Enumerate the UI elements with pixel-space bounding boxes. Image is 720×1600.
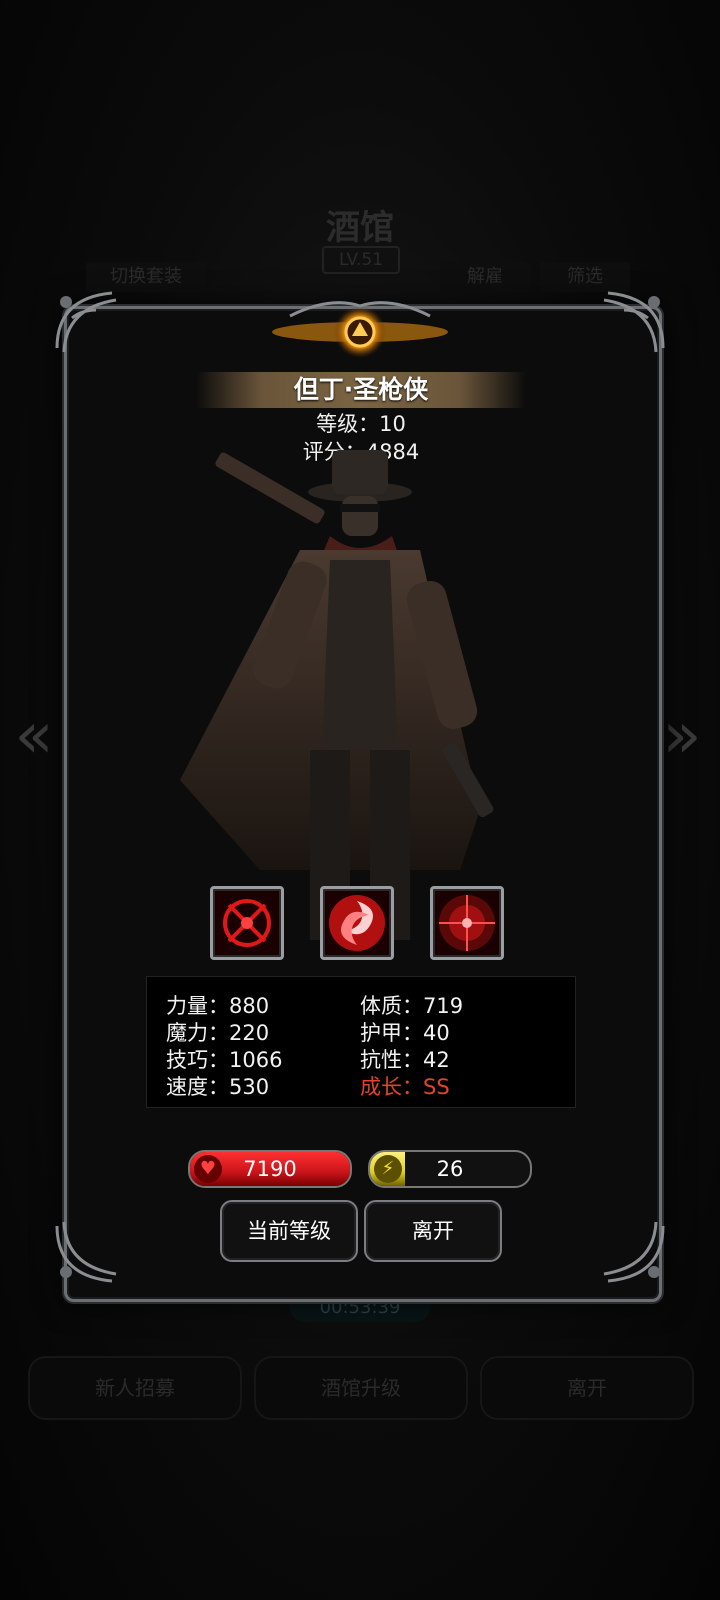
stat-strength: 力量：880 — [166, 994, 270, 1018]
gunslinger-portrait — [180, 450, 494, 940]
current-level-button[interactable]: 当前等级 — [220, 1200, 358, 1262]
stat-resistance: 抗性：42 — [360, 1048, 450, 1072]
hero-level: 等级：10 — [316, 412, 406, 436]
stat-speed: 速度：530 — [166, 1075, 270, 1099]
stat-constitution: 体质：719 — [360, 994, 464, 1018]
ornate-corner-icon — [603, 291, 665, 353]
health-bar: ♥ 7190 — [188, 1150, 352, 1188]
energy-bar: ⚡ 26 — [368, 1150, 532, 1188]
health-value: 7190 — [243, 1157, 297, 1181]
ornate-corner-icon — [603, 1221, 665, 1283]
crosshair-skill-icon[interactable] — [210, 886, 284, 960]
stat-armor: 护甲：40 — [360, 1021, 450, 1045]
tavern-title: 酒馆 — [326, 208, 394, 248]
ornate-corner-icon — [55, 1221, 117, 1283]
dismiss-chip: 解雇 — [440, 262, 530, 292]
golden-sun-emblem-icon — [272, 301, 448, 358]
target-skill-icon[interactable] — [430, 886, 504, 960]
stat-growth: 成长：SS — [360, 1075, 450, 1099]
upgrade-tavern-button: 酒馆升级 — [254, 1356, 468, 1420]
red-swirl-skill-icon[interactable] — [320, 886, 394, 960]
recruit-button: 新人招募 — [28, 1356, 242, 1420]
previous-hero-arrow-icon[interactable]: « — [10, 700, 58, 772]
bg-leave-button: 离开 — [480, 1356, 694, 1420]
tavern-level: LV.51 — [322, 246, 400, 274]
stat-magic: 魔力：220 — [166, 1021, 270, 1045]
ornate-corner-icon — [55, 291, 117, 353]
next-hero-arrow-icon[interactable]: » — [658, 700, 706, 772]
energy-value: 26 — [436, 1157, 464, 1181]
stat-skill: 技巧：1066 — [166, 1048, 283, 1072]
leave-button[interactable]: 离开 — [364, 1200, 502, 1262]
hero-name: 但丁·圣枪侠 — [196, 372, 526, 408]
